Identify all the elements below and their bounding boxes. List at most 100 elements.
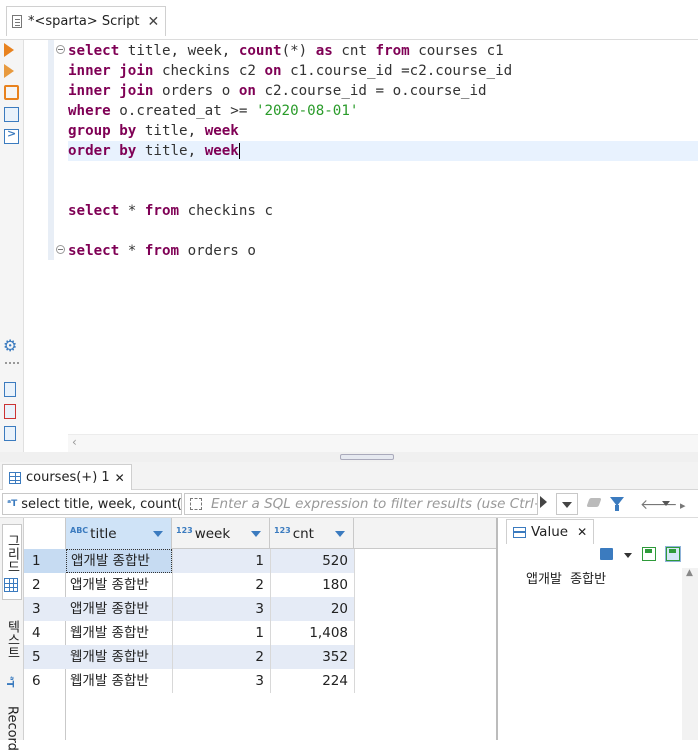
value-tab[interactable]: Value ✕ [506,519,595,544]
filter-history-dropdown[interactable] [556,493,578,515]
code-line[interactable]: inner join orders o on c2.course_id = o.… [68,81,487,101]
chevron-down-icon[interactable] [624,553,632,558]
code-line[interactable]: select * from checkins c [68,201,273,221]
arrow-left-icon[interactable]: 🡐 [640,496,678,513]
row-number: 1 [24,549,66,573]
sort-icon[interactable] [335,531,345,537]
value-vertical-scrollbar[interactable]: ▲ [682,568,698,740]
eraser-icon[interactable] [586,498,602,507]
sql-string: '2020-08-01' [255,103,359,119]
column-header-title[interactable]: ABC title [66,518,172,549]
cell-title[interactable]: 앱개발 종합반 [66,573,172,597]
table-icon [9,471,21,484]
results-tab[interactable]: courses(+) 1 ✕ [2,464,132,490]
table-row[interactable]: 5 웹개발 종합반 2 352 [24,645,354,669]
save-icon[interactable] [642,547,656,561]
number-type-icon: 123 [176,526,193,535]
value-content[interactable]: 앱개발 종합반 [526,568,606,587]
export-icon[interactable] [4,382,16,397]
editor-tab-script[interactable]: *<sparta> Script ✕ [6,6,167,36]
sql-keyword: as [315,43,333,59]
sql-text: * [119,243,145,259]
cell-cnt[interactable]: 20 [270,597,354,621]
table-row[interactable]: 4 웹개발 종합반 1 1,408 [24,621,354,645]
cell-week[interactable]: 2 [172,645,270,669]
tab-text[interactable]: 텍스트 [2,610,22,686]
sql-editor[interactable]: select title, week, count(*) as cnt from… [68,40,698,434]
filter-input[interactable]: Enter a SQL expression to filter results… [184,493,538,515]
column-header-week[interactable]: 123 week [172,518,270,549]
results-grid[interactable]: ABC title 123 week 123 cnt 1 앱개발 종합반 1 520 2… [24,518,498,740]
editor-gutter-bar [48,40,54,260]
cell-week[interactable]: 1 [172,549,270,573]
output-console-icon[interactable] [4,127,19,144]
cell-title[interactable]: 앱개발 종합반 [66,549,172,573]
apply-filter-icon[interactable] [540,496,547,508]
sql-text: o.created_at >= [110,103,256,119]
value-panel: Value ✕ 앱개발 종합반 ▲ [504,518,698,740]
column-header-label: week [194,525,231,542]
cell-title[interactable]: 웹개발 종합반 [66,621,172,645]
cell-title[interactable]: 웹개발 종합반 [66,645,172,669]
tab-record[interactable]: Record [2,706,22,750]
table-row[interactable]: 1 앱개발 종합반 1 520 [24,549,354,573]
row-number: 5 [32,649,41,665]
result-view-tabs: 그리드 텍스트 ᵃT Record [0,518,24,750]
query-text-box[interactable]: ᵃT select title, week, count(*) as cnt [2,493,182,515]
code-line[interactable]: where o.created_at >= '2020-08-01' [68,101,358,121]
code-line[interactable]: inner join checkins c2 on c1.course_id =… [68,61,512,81]
cell-week[interactable]: 3 [172,669,270,693]
cell-title[interactable]: 앱개발 종합반 [66,597,172,621]
import-icon[interactable] [4,404,16,419]
cell-cnt[interactable]: 520 [270,549,354,573]
execute-script-icon[interactable] [4,85,19,100]
cell-cnt[interactable]: 180 [270,573,354,597]
code-line[interactable]: group by title, week [68,121,239,141]
execute-in-new-tab-icon[interactable] [4,64,14,78]
close-icon[interactable]: ✕ [577,525,587,539]
cell-cnt[interactable]: 224 [270,669,354,693]
table-row[interactable]: 2 앱개발 종합반 2 180 [24,573,354,597]
chevron-down-icon[interactable] [662,501,670,506]
cell-week[interactable]: 3 [172,597,270,621]
splitter-handle[interactable] [340,454,394,460]
code-line[interactable]: order by title, week [68,141,240,161]
funnel-icon[interactable] [610,497,624,511]
cell-week[interactable]: 1 [172,621,270,645]
variables-icon[interactable] [4,426,16,441]
close-icon[interactable]: ✕ [148,14,160,30]
cell-title[interactable]: 웹개발 종합반 [66,669,172,693]
sort-icon[interactable] [251,531,261,537]
sql-keyword: from [144,203,180,219]
table-row[interactable]: 3 앱개발 종합반 3 20 [24,597,354,621]
sql-text: orders o [153,83,239,99]
column-header-label: cnt [292,525,314,542]
code-line[interactable]: select title, week, count(*) as cnt from… [68,41,504,61]
scroll-left-icon[interactable]: ‹ [72,435,77,449]
sql-keyword: on [238,83,256,99]
table-row[interactable]: 6 웹개발 종합반 3 224 [24,669,354,693]
content-viewer-icon[interactable] [600,548,613,560]
explain-plan-icon[interactable] [4,107,19,122]
execute-statement-icon[interactable] [4,43,14,57]
column-header-cnt[interactable]: 123 cnt [270,518,354,549]
scroll-up-icon[interactable]: ▲ [686,568,693,578]
cell-week[interactable]: 2 [172,573,270,597]
sql-keyword: inner join [68,63,154,79]
sql-text: courses c1 [409,43,504,59]
fold-collapse-icon[interactable] [56,45,65,54]
auto-save-icon[interactable] [665,546,681,562]
row-number: 2 [32,577,41,593]
arrow-right-icon[interactable]: ▸ [680,499,686,512]
fold-collapse-icon[interactable] [56,245,65,254]
panel-splitter[interactable] [0,452,698,462]
cell-cnt[interactable]: 352 [270,645,354,669]
expand-filter-icon[interactable] [190,498,202,510]
gear-icon[interactable]: ⚙ [3,336,18,355]
cell-cnt[interactable]: 1,408 [270,621,354,645]
code-line[interactable]: select * from orders o [68,241,256,261]
editor-horizontal-scrollbar[interactable]: ‹ [68,434,698,452]
close-icon[interactable]: ✕ [115,471,125,485]
number-type-icon: 123 [274,526,291,535]
sort-icon[interactable] [153,531,163,537]
